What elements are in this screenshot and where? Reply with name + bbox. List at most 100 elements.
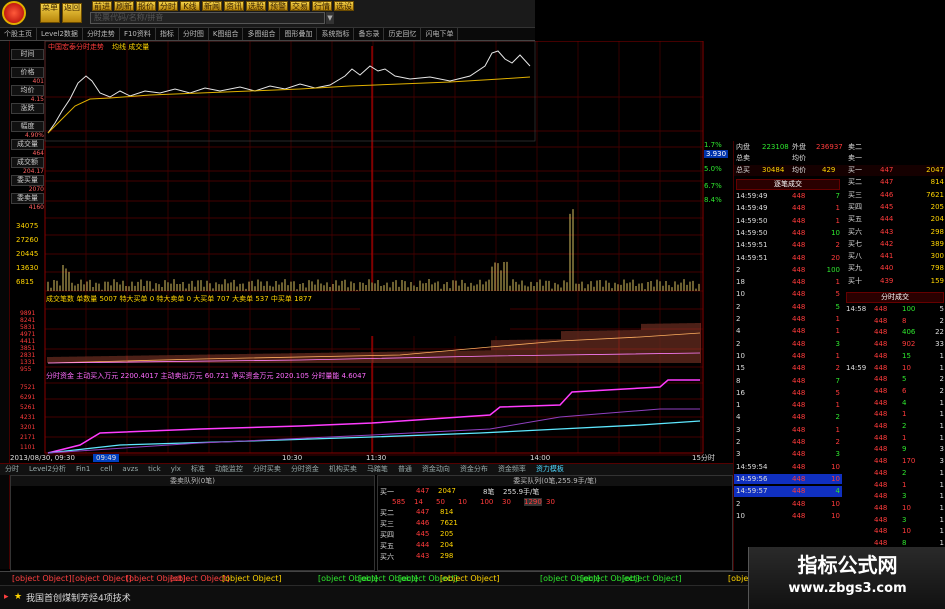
fenshi-price: 448 bbox=[874, 503, 888, 512]
fenshi-volume: 10 bbox=[902, 527, 911, 536]
tab[interactable]: F10资料 bbox=[120, 28, 156, 40]
book-level: 买九 bbox=[848, 264, 862, 273]
fenshi-row: 448 15 1 bbox=[844, 351, 945, 362]
indicator-label: 幅度 bbox=[11, 121, 44, 132]
analysis-tab[interactable]: 分时买卖 bbox=[248, 464, 286, 475]
trade-price: 448 bbox=[792, 388, 806, 397]
queue-summary-item: 255.9手/笔 bbox=[503, 488, 540, 496]
chevron-down-icon[interactable]: ▼ bbox=[326, 12, 334, 24]
toolbar-button[interactable]: 菜单 bbox=[40, 3, 60, 23]
analysis-tab[interactable]: 分时 bbox=[0, 464, 24, 475]
indicator-value: 464 bbox=[32, 150, 44, 157]
fenshi-row: 448 8 2 bbox=[844, 316, 945, 327]
book-volume: 204 bbox=[930, 215, 944, 224]
fenshi-price: 448 bbox=[874, 433, 888, 442]
toolbar-button[interactable]: 行情 bbox=[312, 1, 332, 11]
tab[interactable]: 个股主页 bbox=[0, 28, 37, 40]
queue-order: 30 bbox=[502, 498, 511, 506]
toolbar-button[interactable]: 资讯 bbox=[224, 1, 244, 11]
fenshi-count: 1 bbox=[939, 527, 944, 536]
indicator-label: 委买量 bbox=[11, 175, 44, 186]
fenshi-header[interactable]: 分时成交 bbox=[846, 292, 944, 303]
intraday-chart bbox=[44, 41, 704, 456]
toolbar-button[interactable]: 新闻 bbox=[202, 1, 222, 11]
fenshi-time: 14:59 bbox=[846, 363, 867, 372]
analysis-tab[interactable]: 标准 bbox=[186, 464, 210, 475]
trade-volume: 1 bbox=[835, 204, 840, 213]
trade-time: 14:59:51 bbox=[736, 241, 768, 250]
book-price: 446 bbox=[880, 190, 894, 199]
tab[interactable]: 分时走势 bbox=[83, 28, 120, 40]
toolbar-button[interactable]: 交易 bbox=[290, 1, 310, 11]
toolbar-button[interactable]: 返回 bbox=[62, 3, 82, 23]
book-volume: 814 bbox=[930, 178, 944, 187]
tick-trade-row: 8 448 7 bbox=[734, 376, 842, 387]
toolbar-button[interactable]: 预警 bbox=[268, 1, 288, 11]
mid-panel-legend: 成交笔数 单数量 5007 特大买单 0 特大卖单 0 大买单 707 大卖单 … bbox=[46, 295, 312, 303]
tab[interactable]: 备忘录 bbox=[354, 28, 385, 40]
bid-level-row: 买三 446 7621 bbox=[378, 519, 732, 530]
analysis-tab[interactable]: ylx bbox=[166, 464, 186, 475]
toolbar-button[interactable]: 前进 bbox=[92, 1, 112, 11]
order-book-row: 买六 443 298 bbox=[846, 227, 945, 238]
toolbar-button[interactable]: K线 bbox=[180, 1, 200, 11]
analysis-tab[interactable]: 马踏笔 bbox=[362, 464, 393, 475]
tab[interactable]: 系统指标 bbox=[317, 28, 355, 40]
analysis-tab[interactable]: 机构买卖 bbox=[324, 464, 362, 475]
book-level: 买三 bbox=[848, 190, 862, 199]
analysis-tab[interactable]: 普通 bbox=[393, 464, 417, 475]
tab[interactable]: 历史回忆 bbox=[384, 28, 422, 40]
fenshi-volume: 100 bbox=[902, 305, 916, 313]
trade-volume: 1 bbox=[835, 315, 840, 323]
tick-trade-row: 15 448 2 bbox=[734, 363, 842, 374]
bid-level-label: 买三 bbox=[380, 520, 394, 528]
trade-volume: 1 bbox=[835, 425, 840, 434]
search-input[interactable]: 股票代码/名称/拼音 bbox=[90, 12, 325, 24]
tab[interactable]: 指标 bbox=[156, 28, 179, 40]
trade-time: 2 bbox=[736, 265, 741, 274]
bid-level-price: 447 bbox=[416, 508, 430, 516]
tab[interactable]: 图形叠加 bbox=[280, 28, 318, 40]
book-price: 443 bbox=[880, 227, 894, 236]
bid-level-volume: 205 bbox=[440, 530, 454, 538]
analysis-tab[interactable]: 资金分布 bbox=[455, 464, 493, 475]
trade-time: 14:59:50 bbox=[736, 228, 768, 237]
analysis-tab[interactable]: 分时资金 bbox=[286, 464, 324, 475]
toolbar-button[interactable]: 分时 bbox=[158, 1, 178, 11]
tab[interactable]: 闪电下单 bbox=[421, 28, 459, 40]
book-price: 440 bbox=[880, 264, 894, 273]
trade-price: 448 bbox=[792, 228, 806, 237]
news-headline[interactable]: 我国首创煤制芳烃4项技术 bbox=[26, 591, 131, 604]
toolbar-button[interactable]: 报价 bbox=[136, 1, 156, 11]
analysis-tab[interactable]: Fin1 bbox=[71, 464, 95, 475]
toolbar-button[interactable]: 选股 bbox=[246, 1, 266, 11]
analysis-tab[interactable]: cell bbox=[95, 464, 117, 475]
book-price: 447 bbox=[880, 166, 894, 174]
trade-price: 448 bbox=[792, 290, 806, 299]
toolbar-button[interactable]: 选设 bbox=[334, 1, 354, 11]
tab[interactable]: 分时图 bbox=[179, 28, 209, 40]
trades-header[interactable]: 逐笔成交 bbox=[736, 179, 840, 190]
book-level: 买六 bbox=[848, 227, 862, 236]
analysis-tab[interactable]: 资金频率 bbox=[493, 464, 531, 475]
tab[interactable]: 多图组合 bbox=[243, 28, 281, 40]
fenshi-row: 448 1 1 bbox=[844, 409, 945, 420]
analysis-tab[interactable]: 动能监控 bbox=[210, 464, 248, 475]
low-axis-label: 5261 bbox=[20, 404, 36, 411]
analysis-tab[interactable]: 资金动向 bbox=[417, 464, 455, 475]
fenshi-volume: 3 bbox=[902, 515, 907, 524]
analysis-tab[interactable]: avzs bbox=[117, 464, 143, 475]
toolbar-button[interactable]: 刷新 bbox=[114, 1, 134, 11]
index-quote: [object Object] bbox=[222, 574, 282, 583]
tab[interactable]: K图组合 bbox=[209, 28, 244, 40]
trade-price: 448 bbox=[792, 241, 806, 250]
tick-trade-row: 14:59:51 448 20 bbox=[734, 253, 842, 264]
analysis-tab[interactable]: tick bbox=[143, 464, 166, 475]
analysis-tab[interactable]: 资力模板 bbox=[531, 464, 569, 475]
trade-volume: 5 bbox=[835, 290, 840, 299]
book-price: 442 bbox=[880, 239, 894, 248]
tab[interactable]: Level2数据 bbox=[37, 28, 83, 40]
fenshi-price: 448 bbox=[874, 375, 888, 384]
fenshi-count: 1 bbox=[939, 351, 944, 360]
analysis-tab[interactable]: Level2分析 bbox=[24, 464, 71, 475]
